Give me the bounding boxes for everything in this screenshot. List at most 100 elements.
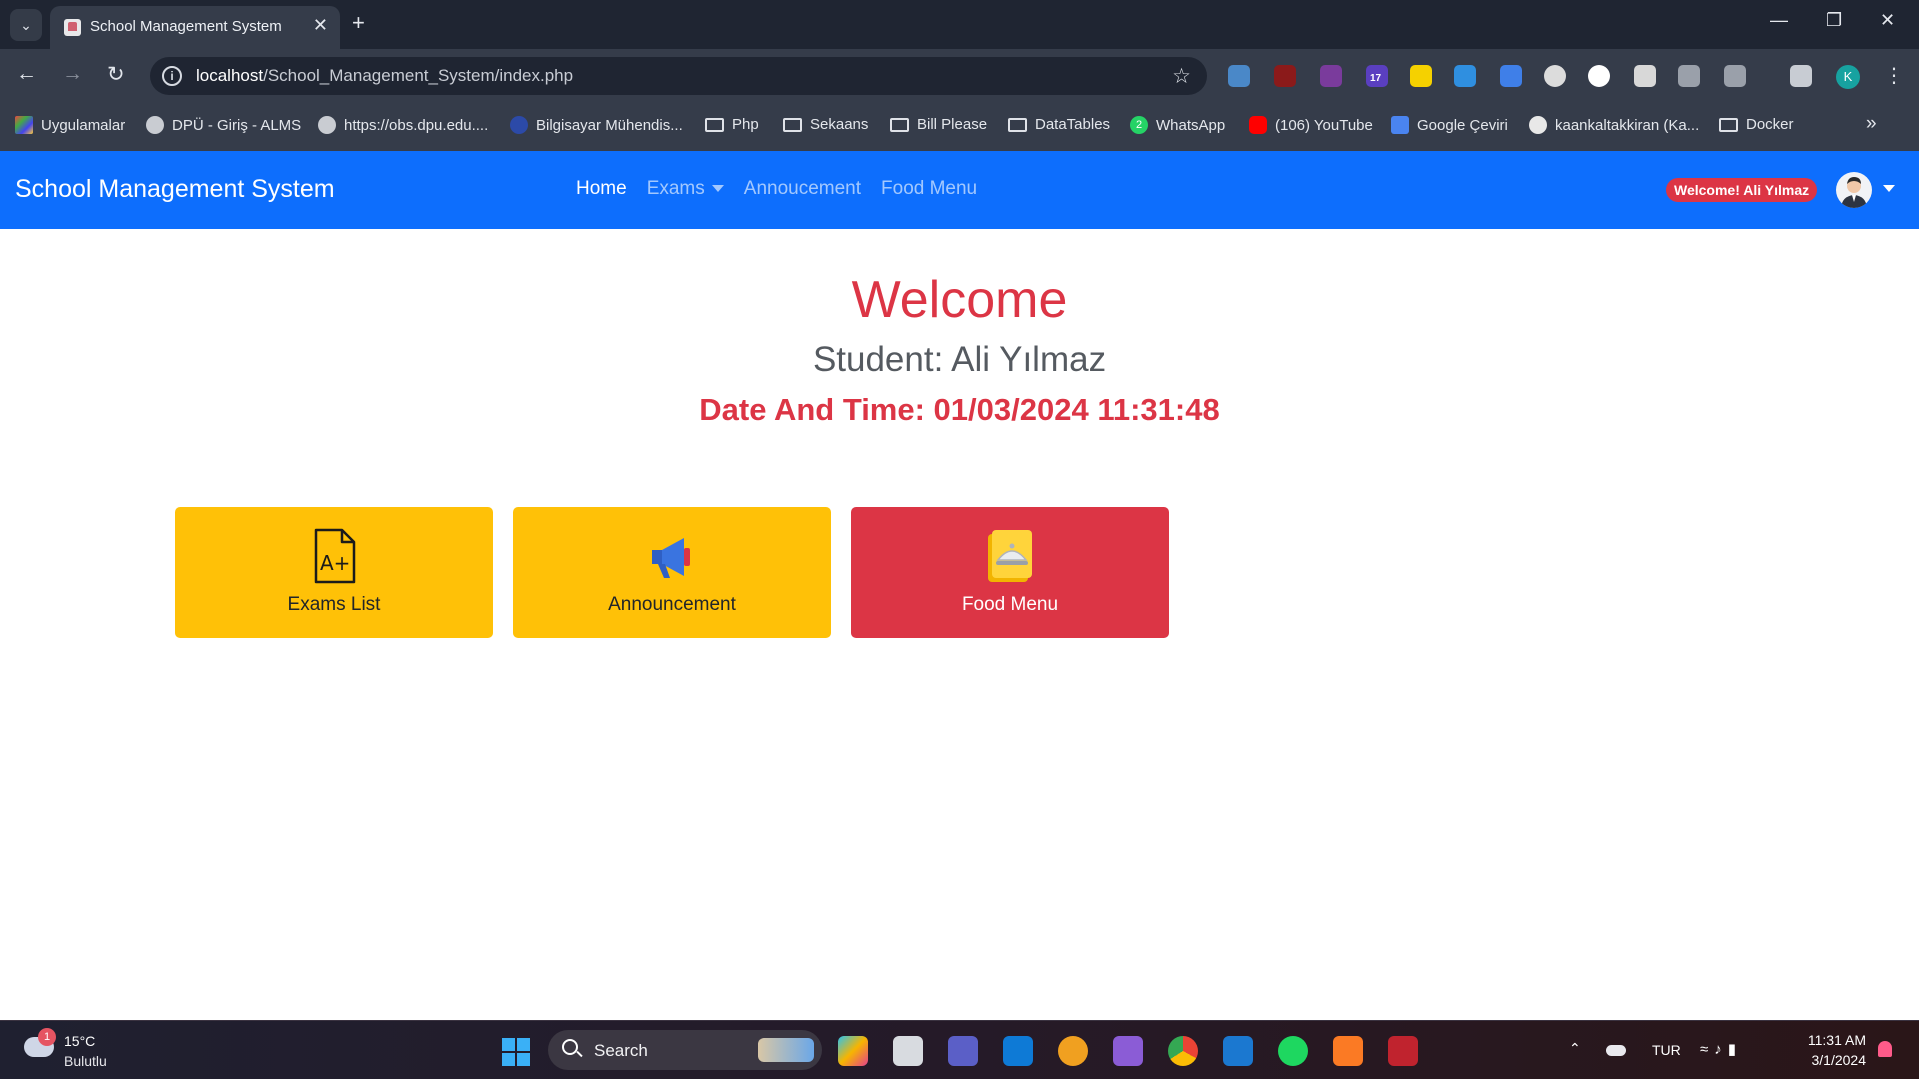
- site-navbar: School Management System Home Exams Anno…: [0, 151, 1919, 229]
- bookmark-google-ceviri[interactable]: Google Çeviri: [1391, 116, 1508, 134]
- bookmark-php[interactable]: Php: [705, 116, 759, 133]
- address-bar[interactable]: i localhost/School_Management_System/ind…: [150, 57, 1207, 95]
- clock-time[interactable]: 11:31 AM: [1802, 1032, 1866, 1048]
- wifi-volume-battery-icons[interactable]: ≈♪▮: [1700, 1040, 1742, 1058]
- extension-ublock-icon[interactable]: [1274, 65, 1296, 87]
- new-tab-button[interactable]: +: [352, 10, 365, 36]
- bookmark-bilgisayar-muhendis[interactable]: Bilgisayar Mühendis...: [510, 116, 683, 134]
- teams-app-icon[interactable]: [948, 1036, 978, 1066]
- food-menu-icon: [988, 530, 1032, 582]
- visual-studio-app-icon[interactable]: [1113, 1036, 1143, 1066]
- weather-description[interactable]: Bulutlu: [64, 1053, 107, 1069]
- nav-home[interactable]: Home: [576, 178, 627, 200]
- nav-exams-label: Exams: [646, 178, 705, 199]
- card-label: Food Menu: [961, 594, 1059, 615]
- github-icon: [1529, 116, 1547, 134]
- bookmark-bill-please[interactable]: Bill Please: [890, 116, 987, 133]
- bookmark-label: WhatsApp: [1156, 116, 1226, 134]
- bookmark-obs-dpu[interactable]: https://obs.dpu.edu....: [318, 116, 488, 134]
- onedrive-icon[interactable]: [1606, 1045, 1626, 1056]
- extension-shield-icon[interactable]: [1678, 65, 1700, 87]
- task-view-icon[interactable]: [893, 1036, 923, 1066]
- forward-button[interactable]: →: [62, 62, 83, 86]
- extension-badge-icon[interactable]: 17: [1366, 65, 1388, 87]
- xampp-app-icon[interactable]: [1333, 1036, 1363, 1066]
- close-window-icon[interactable]: ✕: [1880, 10, 1895, 31]
- browser-tab[interactable]: School Management System ✕: [50, 6, 340, 49]
- close-tab-icon[interactable]: ✕: [313, 15, 328, 36]
- extension-w-icon[interactable]: [1410, 65, 1432, 87]
- site-info-icon[interactable]: i: [162, 66, 182, 86]
- card-exams-list[interactable]: A+ Exams List: [175, 507, 493, 638]
- bookmark-sekaans[interactable]: Sekaans: [783, 116, 868, 133]
- card-food-menu[interactable]: Food Menu: [851, 507, 1169, 638]
- folder-icon: [890, 117, 909, 132]
- extension-brackets-icon[interactable]: [1320, 65, 1342, 87]
- bookmark-whatsapp[interactable]: 2 WhatsApp: [1130, 116, 1225, 134]
- notification-bell-icon[interactable]: [1878, 1041, 1892, 1057]
- mail-app-icon[interactable]: [1223, 1036, 1253, 1066]
- bookmark-label: DPÜ - Giriş - ALMS: [172, 116, 302, 134]
- side-panel-icon[interactable]: [1790, 65, 1812, 87]
- exam-grade-icon: A+: [314, 528, 356, 584]
- bookmark-datatables[interactable]: DataTables: [1008, 116, 1110, 133]
- extension-record-icon[interactable]: [1588, 65, 1610, 87]
- reload-button[interactable]: ↻: [107, 62, 125, 87]
- extension-docs-icon[interactable]: [1500, 65, 1522, 87]
- browser-menu-icon[interactable]: ⋮: [1884, 63, 1904, 88]
- nav-exams-dropdown[interactable]: Exams: [647, 178, 724, 200]
- extension-badge-count: 17: [1370, 73, 1382, 84]
- user-avatar[interactable]: [1836, 172, 1872, 208]
- show-hidden-icons-icon[interactable]: ⌃: [1569, 1040, 1581, 1057]
- card-announcement[interactable]: Announcement: [513, 507, 831, 638]
- more-bookmarks-icon[interactable]: »: [1866, 113, 1877, 135]
- student-name: Student: Ali Yılmaz: [812, 340, 1107, 379]
- apps-grid-icon: [15, 116, 33, 134]
- taskbar-search[interactable]: Search: [548, 1030, 822, 1070]
- windows-start-button[interactable]: [502, 1038, 530, 1066]
- card-label: Exams List: [287, 594, 381, 615]
- url-text: localhost/School_Management_System/index…: [196, 66, 573, 86]
- nav-annoucement[interactable]: Annoucement: [744, 178, 861, 200]
- screen: ⌄ School Management System ✕ + — ❐ ✕ ← →…: [0, 0, 1919, 1079]
- extensions-puzzle-icon[interactable]: [1724, 65, 1746, 87]
- chrome-app-icon[interactable]: [1168, 1036, 1198, 1066]
- spotify-app-icon[interactable]: [1278, 1036, 1308, 1066]
- bookmark-uygulamalar[interactable]: Uygulamalar: [15, 116, 125, 134]
- profile-avatar[interactable]: K: [1836, 65, 1860, 89]
- vscode-app-icon[interactable]: [1003, 1036, 1033, 1066]
- back-button[interactable]: ←: [16, 62, 37, 86]
- search-highlight-image: [758, 1038, 814, 1062]
- mail-client-app-icon[interactable]: [1058, 1036, 1088, 1066]
- nav-food-menu[interactable]: Food Menu: [881, 178, 977, 200]
- browser-tab-strip: ⌄ School Management System ✕ + — ❐ ✕: [0, 0, 1919, 49]
- google-translate-icon: [1391, 116, 1409, 134]
- bookmark-label: kaankaltakkiran (Ka...: [1555, 116, 1700, 134]
- extension-edge-icon[interactable]: [1454, 65, 1476, 87]
- navbar-brand[interactable]: School Management System: [15, 175, 335, 204]
- bookmark-label: Google Çeviri: [1417, 116, 1508, 134]
- extension-eyedropper-icon[interactable]: [1634, 65, 1656, 87]
- extension-pen-icon[interactable]: [1228, 65, 1250, 87]
- bookmark-star-icon[interactable]: ☆: [1172, 64, 1191, 89]
- current-datetime: Date And Time: 01/03/2024 11:31:48: [699, 392, 1220, 427]
- folder-icon: [705, 117, 724, 132]
- user-menu-caret-icon[interactable]: [1883, 185, 1895, 192]
- filezilla-app-icon[interactable]: [1388, 1036, 1418, 1066]
- bookmark-docker[interactable]: Docker: [1719, 116, 1794, 133]
- clock-date[interactable]: 3/1/2024: [1802, 1052, 1867, 1068]
- restore-window-icon[interactable]: ❐: [1826, 10, 1842, 31]
- whatsapp-icon: 2: [1130, 116, 1148, 134]
- extension-circle-icon[interactable]: [1544, 65, 1566, 87]
- globe-icon: [146, 116, 164, 134]
- bookmark-dpu-alms[interactable]: DPÜ - Giriş - ALMS: [146, 116, 301, 134]
- youtube-icon: [1249, 116, 1267, 134]
- bookmarks-bar: Uygulamalar DPÜ - Giriş - ALMS https://o…: [0, 101, 1919, 151]
- weather-temperature[interactable]: 15°C: [64, 1033, 95, 1049]
- bookmark-youtube[interactable]: (106) YouTube: [1249, 116, 1373, 134]
- input-language[interactable]: TUR: [1652, 1042, 1681, 1058]
- tab-search-button[interactable]: ⌄: [10, 9, 42, 41]
- copilot-app-icon[interactable]: [838, 1036, 868, 1066]
- minimize-window-icon[interactable]: —: [1770, 10, 1788, 31]
- bookmark-github[interactable]: kaankaltakkiran (Ka...: [1529, 116, 1699, 134]
